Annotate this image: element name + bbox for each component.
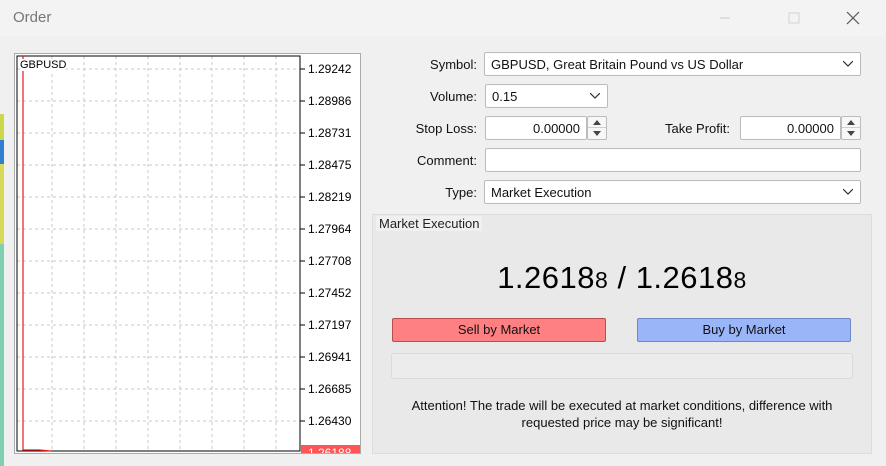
price-level-label: 1.28475 [308,158,352,172]
close-button[interactable] [830,0,876,36]
symbol-label: Symbol: [430,57,477,72]
price-level-label: 1.26941 [308,350,352,364]
take-profit-down-button[interactable] [842,128,860,139]
current-price-label: 1.26188 [308,446,352,454]
price-chart: 1.29242 1.28986 1.28731 1.28475 1.28219 … [14,53,361,454]
stop-loss-label: Stop Loss: [415,121,477,136]
price-level-label: 1.26430 [308,414,352,428]
type-select-value: Market Execution [491,185,592,200]
window-title: Order [13,9,52,26]
ask-price: 1.2618 [635,260,734,295]
type-select[interactable]: Market Execution [484,180,861,204]
price-level-label: 1.27197 [308,318,352,332]
stop-loss-down-button[interactable] [588,128,606,139]
take-profit-up-button[interactable] [842,117,860,128]
plot-frame [16,55,301,452]
price-line [22,56,52,452]
minimize-icon [720,17,730,19]
attention-message: Attention! The trade will be executed at… [392,397,852,431]
volume-select[interactable]: 0.15 [485,84,608,108]
comment-input[interactable] [485,148,861,172]
close-icon [846,11,860,25]
take-profit-value: 0.00000 [787,121,834,136]
bid-ask-quote: 1.26188 / 1.26188 [372,260,872,296]
take-profit-spinner[interactable] [841,116,861,140]
attention-line: requested price may be significant! [521,415,723,430]
arrow-down-icon [593,131,601,136]
price-level-label: 1.28986 [308,94,352,108]
bid-pip: 8 [595,267,609,293]
chevron-down-icon [590,93,600,99]
quote-separator: / [617,260,627,295]
group-title: Market Execution [376,216,483,231]
take-profit-label: Take Profit: [664,121,730,136]
stop-loss-spinner[interactable] [587,116,607,140]
chart-symbol-label: GBPUSD [20,59,67,71]
arrow-up-icon [593,119,601,125]
attention-line: Attention! The trade will be executed at… [411,398,833,413]
arrow-down-icon [847,131,855,136]
stop-loss-input[interactable]: 0.00000 [485,116,587,140]
stop-loss-value: 0.00000 [533,121,580,136]
bid-price: 1.2618 [497,260,596,295]
symbol-select-value: GBPUSD, Great Britain Pound vs US Dollar [491,57,744,72]
execution-progress-bar [391,353,853,379]
price-level-label: 1.28731 [308,126,352,140]
price-axis: 1.29242 1.28986 1.28731 1.28475 1.28219 … [308,62,352,453]
background-app-edge [0,140,4,164]
title-bar: Order [0,0,886,36]
maximize-button[interactable] [771,0,817,36]
take-profit-input[interactable]: 0.00000 [740,116,841,140]
volume-select-value: 0.15 [492,89,518,104]
chevron-down-icon [843,189,853,195]
symbol-select[interactable]: GBPUSD, Great Britain Pound vs US Dollar [484,52,861,76]
stop-loss-up-button[interactable] [588,117,606,128]
price-level-label: 1.27708 [308,254,352,268]
maximize-icon [788,12,800,24]
chevron-down-icon [843,61,853,67]
price-level-label: 1.29242 [308,62,352,76]
background-app-edge [0,244,4,466]
axis-ticks [300,68,305,422]
volume-label: Volume: [430,89,477,104]
comment-label: Comment: [417,153,477,168]
price-level-label: 1.27964 [308,222,352,236]
price-level-label: 1.26685 [308,382,352,396]
minimize-button[interactable] [702,0,748,36]
chart-canvas: 1.29242 1.28986 1.28731 1.28475 1.28219 … [16,55,360,454]
type-label: Type: [445,185,477,200]
chart-grid [17,56,299,450]
price-level-label: 1.27452 [308,286,352,300]
sell-by-market-button[interactable]: Sell by Market [392,318,606,342]
arrow-up-icon [847,119,855,125]
ask-pip: 8 [733,267,747,293]
buy-by-market-button[interactable]: Buy by Market [637,318,851,342]
background-app-edge [0,164,4,244]
background-app-edge [0,114,4,140]
price-level-label: 1.28219 [308,190,352,204]
